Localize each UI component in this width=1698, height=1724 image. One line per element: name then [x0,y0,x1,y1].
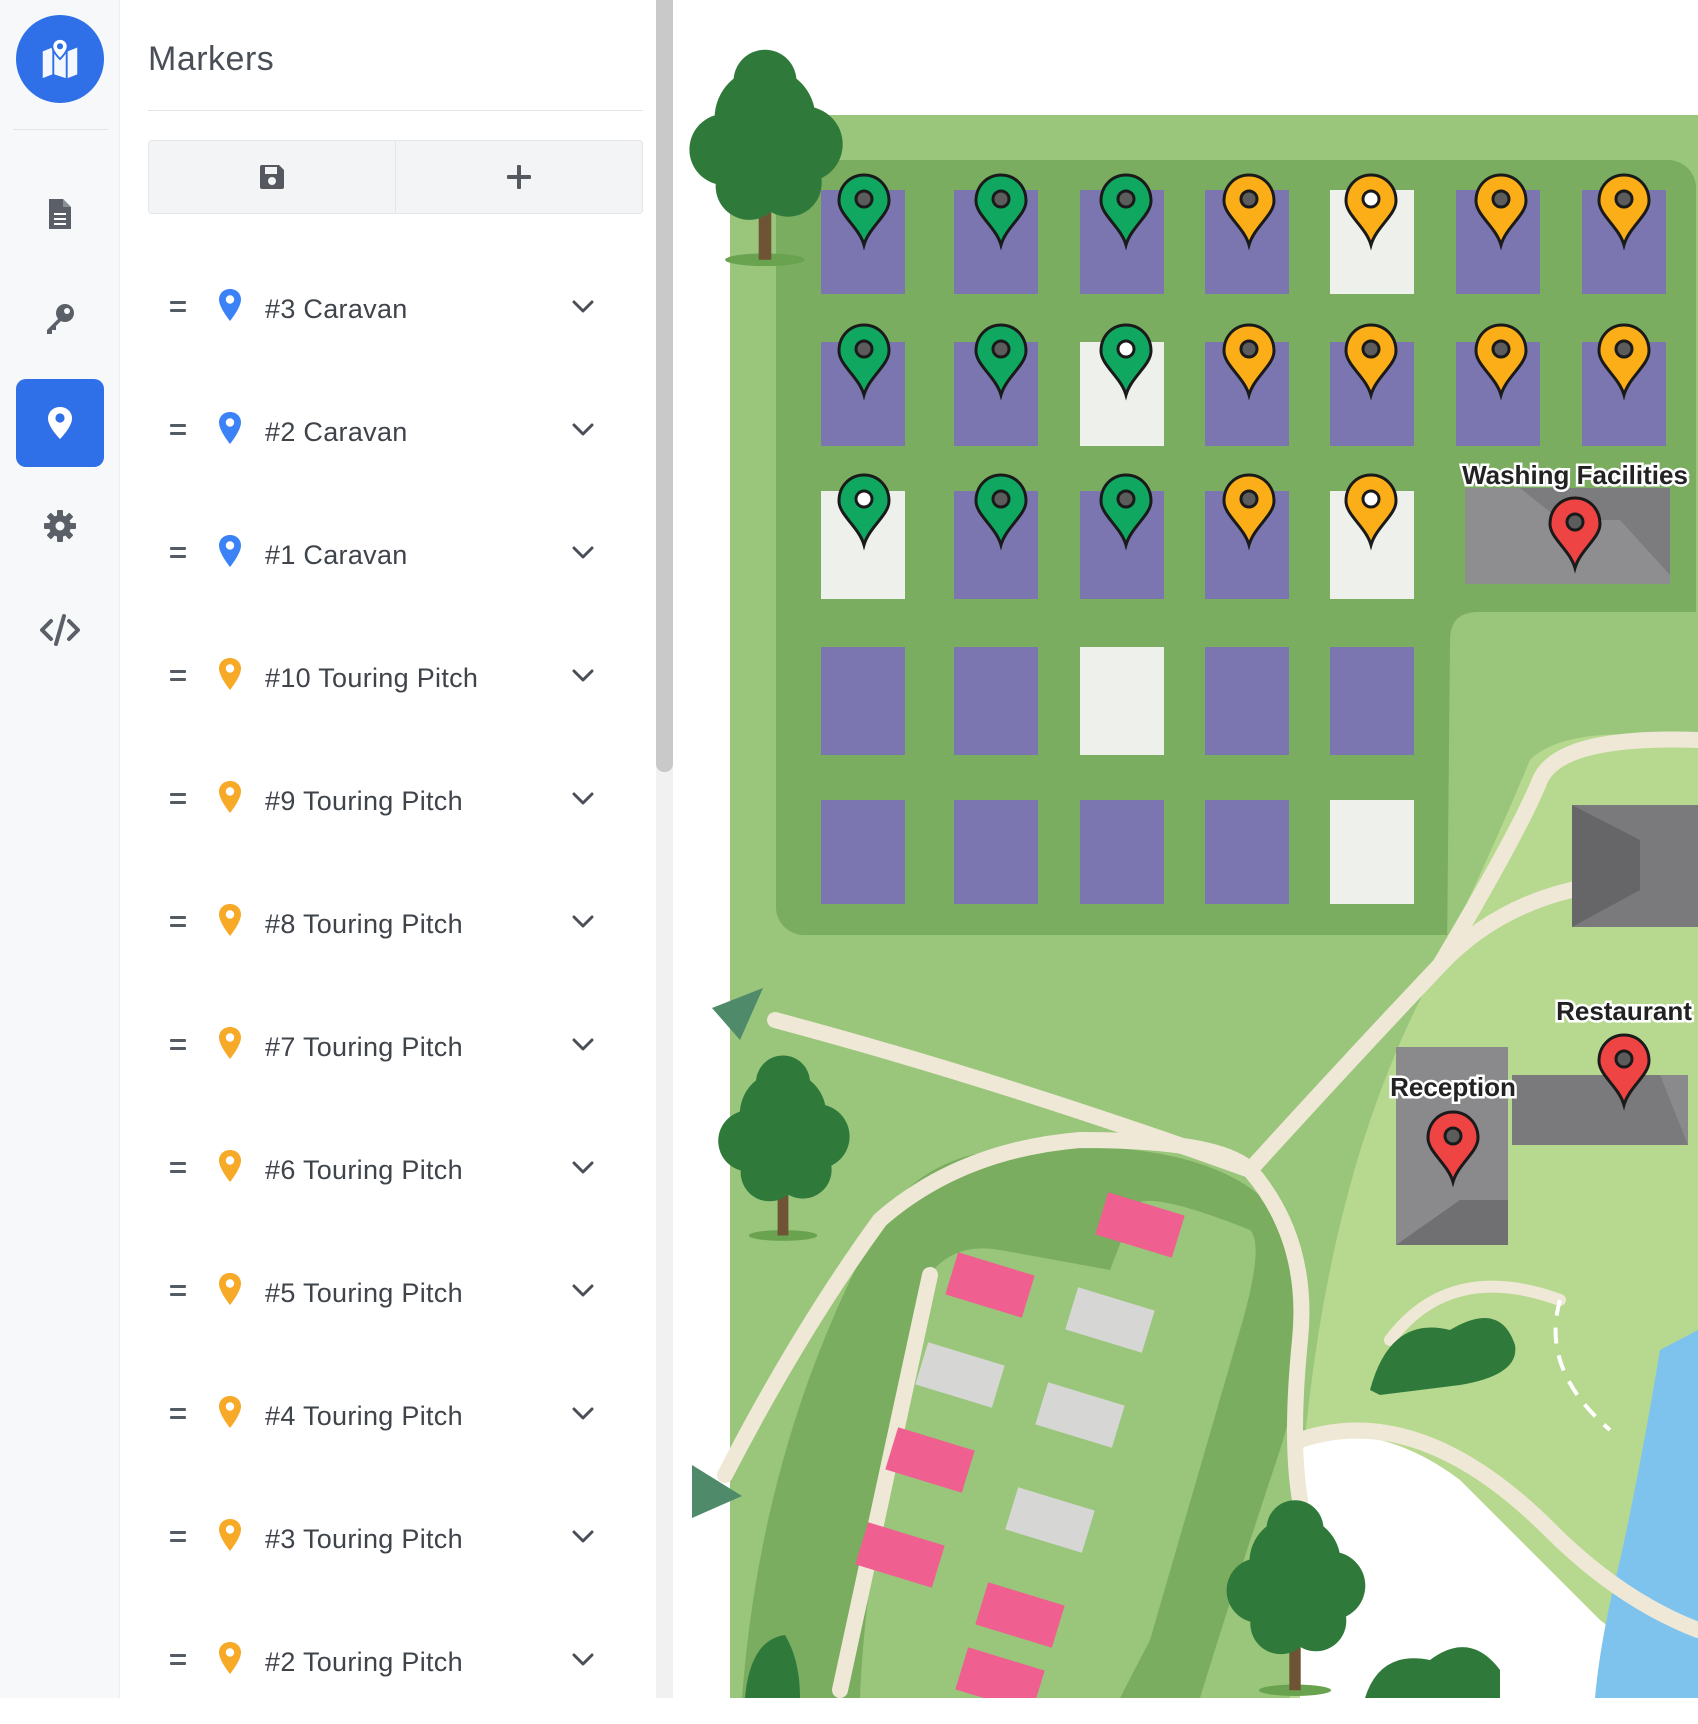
map-pin-icon [219,658,241,690]
drag-handle-icon[interactable] [170,301,186,317]
map-pin-icon [219,535,241,567]
building-restaurant [1512,1075,1688,1145]
map-pin-icon [219,1642,241,1674]
marker-label: #6 Touring Pitch [265,1155,463,1185]
pitch[interactable] [821,800,905,904]
rail-divider [13,129,108,130]
map-pin-icon [219,1396,241,1428]
map-pin-icon [219,1150,241,1182]
marker-list-item[interactable]: #1 Caravan [120,494,656,617]
map-pin-icon[interactable] [16,379,104,467]
map-pin-icon [219,412,241,444]
map-pin-icon [219,289,241,321]
marker-list-item[interactable]: #2 Touring Pitch [120,1601,656,1724]
pitch[interactable] [954,647,1038,755]
panel-scrollbar-thumb[interactable] [656,0,673,772]
plus-icon [507,165,531,189]
drag-handle-icon[interactable] [170,670,186,686]
gear-icon[interactable] [16,482,104,570]
drag-handle-icon[interactable] [170,1162,186,1178]
save-button[interactable] [149,141,395,213]
campsite-map[interactable]: Washing Facilities Restaurant Reception [673,0,1698,1698]
marker-list-item[interactable]: #9 Touring Pitch [120,740,656,863]
add-marker-button[interactable] [395,141,642,213]
drag-handle-icon[interactable] [170,1408,186,1424]
marker-label: #9 Touring Pitch [265,786,463,816]
marker-list-item[interactable]: #7 Touring Pitch [120,986,656,1109]
marker-list-item[interactable]: #5 Touring Pitch [120,1232,656,1355]
marker-list-item[interactable]: #3 Touring Pitch [120,1478,656,1601]
marker-list: #3 Caravan #2 Caravan #1 Caravan #10 Tourin… [120,248,656,1724]
pitch[interactable] [821,647,905,755]
marker-label: #5 Touring Pitch [265,1278,463,1308]
pitch[interactable] [1080,647,1164,755]
marker-list-item[interactable]: #8 Touring Pitch [120,863,656,986]
map-pin-icon [219,781,241,813]
marker-label: #3 Touring Pitch [265,1524,463,1554]
marker-label: #10 Touring Pitch [265,663,479,693]
marker-list-item[interactable]: #10 Touring Pitch [120,617,656,740]
key-icon[interactable] [16,274,104,362]
map-pin-icon [219,904,241,936]
marker-toolbar [148,140,643,214]
building-east [1572,805,1698,927]
chevron-down-icon[interactable] [572,669,594,683]
chevron-down-icon[interactable] [572,915,594,929]
marker-label: #1 Caravan [265,540,408,570]
map-label-reception: Reception [1390,1072,1516,1102]
title-divider [148,110,643,111]
marker-list-item[interactable]: #2 Caravan [120,371,656,494]
chevron-down-icon[interactable] [572,792,594,806]
markers-panel: Markers #3 Caravan #2 Caravan #1 Caravan #1… [120,0,656,1698]
icon-rail [0,0,120,1698]
code-icon[interactable] [16,586,104,674]
panel-title: Markers [148,40,275,78]
marker-label: #4 Touring Pitch [265,1401,463,1431]
chevron-down-icon[interactable] [572,300,594,314]
marker-label: #7 Touring Pitch [265,1032,463,1062]
drag-handle-icon[interactable] [170,916,186,932]
pitch[interactable] [1330,800,1414,904]
marker-list-item[interactable]: #3 Caravan [120,248,656,371]
map-logo-icon[interactable] [16,15,104,103]
pitch[interactable] [1080,800,1164,904]
marker-label: #3 Caravan [265,294,408,324]
marker-list-item[interactable]: #6 Touring Pitch [120,1109,656,1232]
map-pin-icon [219,1027,241,1059]
pitch[interactable] [1205,647,1289,755]
drag-handle-icon[interactable] [170,793,186,809]
drag-handle-icon[interactable] [170,547,186,563]
drag-handle-icon[interactable] [170,1654,186,1670]
map-label-restaurant: Restaurant [1556,996,1692,1026]
chevron-down-icon[interactable] [572,1407,594,1421]
map-pin-icon [219,1519,241,1551]
drag-handle-icon[interactable] [170,424,186,440]
drag-handle-icon[interactable] [170,1531,186,1547]
chevron-down-icon[interactable] [572,1653,594,1667]
marker-label: #2 Touring Pitch [265,1647,463,1677]
chevron-down-icon[interactable] [572,1284,594,1298]
map-label-washing: Washing Facilities [1462,460,1688,490]
chevron-down-icon[interactable] [572,546,594,560]
drag-handle-icon[interactable] [170,1039,186,1055]
pitch[interactable] [1205,800,1289,904]
chevron-down-icon[interactable] [572,1161,594,1175]
chevron-down-icon[interactable] [572,1530,594,1544]
pitch[interactable] [954,800,1038,904]
pitch[interactable] [1330,647,1414,755]
drag-handle-icon[interactable] [170,1285,186,1301]
floppy-disk-icon [260,165,284,189]
marker-label: #8 Touring Pitch [265,909,463,939]
map-pin-icon [219,1273,241,1305]
document-icon[interactable] [16,170,104,258]
marker-label: #2 Caravan [265,417,408,447]
chevron-down-icon[interactable] [572,1038,594,1052]
marker-list-item[interactable]: #4 Touring Pitch [120,1355,656,1478]
chevron-down-icon[interactable] [572,423,594,437]
